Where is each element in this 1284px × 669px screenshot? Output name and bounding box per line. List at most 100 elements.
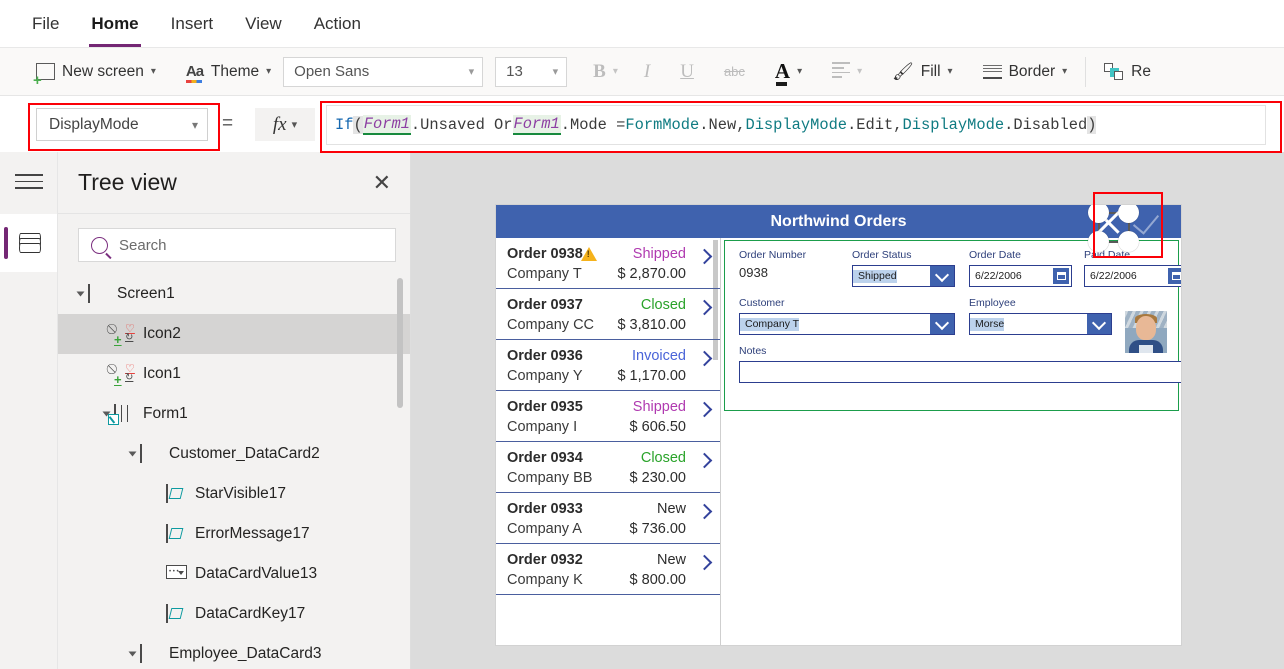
border-icon [982,64,1002,79]
close-icon[interactable]: ✕ [373,171,391,194]
hamburger-menu-icon[interactable] [15,174,43,194]
calendar-icon [1053,268,1069,284]
expand-chevron-icon[interactable] [124,450,140,458]
chevron-right-icon[interactable] [696,401,713,418]
gallery-row[interactable]: Order 0935 Company I Shipped $ 606.50 [496,391,720,442]
status-badge: New [656,552,686,568]
order-amount: $ 3,810.00 [617,316,686,333]
font-size-select[interactable]: 13 ▾ [495,56,568,87]
order-number-value: 0938 [739,265,768,280]
order-number: Order 0936 [507,348,583,364]
fill-button[interactable]: 🖌 Fill ▾ [884,58,960,86]
tree-node-icon1[interactable]: ⃠♡+↻ Icon1 [58,354,410,394]
order-detail-form: Order Number 0938 Order Status Shipped O… [721,238,1181,645]
theme-button[interactable]: Aa Theme ▾ [178,59,279,85]
rail-item-tree-view[interactable] [0,214,57,272]
chevron-down-icon: ▾ [612,65,618,77]
status-badge: Shipped [632,246,686,262]
gallery-row[interactable]: Order 0936 Company Y Invoiced $ 1,170.00 [496,340,720,391]
control-icon: ⃠♡+↻ [114,322,135,347]
search-input[interactable]: Search [78,228,396,262]
formula-token: If [335,116,354,134]
tree-node-starvisible17[interactable]: StarVisible17 [58,474,410,514]
tree-node-form1[interactable]: Form1 [58,394,410,434]
reorder-label: Re [1131,62,1151,80]
datacard-icon [140,643,160,664]
chevron-down-icon [930,314,954,334]
layers-icon [17,233,41,253]
gallery-row[interactable]: Order 0934 Company BB Closed $ 230.00 [496,442,720,493]
border-button[interactable]: Border ▾ [975,59,1076,85]
menu-item-insert[interactable]: Insert [169,10,216,38]
font-family-value: Open Sans [294,63,370,80]
strikethrough-button[interactable]: abc [716,60,753,83]
font-color-button[interactable]: A ▾ [767,57,810,87]
customer-dropdown[interactable]: Company T [739,313,955,335]
order-amount: $ 606.50 [629,418,686,435]
gallery-row[interactable]: Order 0938Company T Shipped $ 2,870.00 [496,238,720,289]
tree-node-screen1[interactable]: Screen1 [58,274,410,314]
menu-item-home[interactable]: Home [89,10,141,47]
order-status-value: Shipped [853,269,897,283]
resize-handle-sw[interactable] [1088,231,1109,252]
underline-icon: U [680,60,694,82]
app-title: Northwind Orders [770,212,907,230]
warning-icon [580,247,597,261]
expand-chevron-icon[interactable] [124,650,140,658]
gallery-row[interactable]: Order 0937 Company CC Closed $ 3,810.00 [496,289,720,340]
order-amount: $ 230.00 [629,469,686,486]
chevron-down-icon: ▾ [468,66,475,78]
tree-node-employee_datacard3[interactable]: Employee_DataCard3 [58,634,410,669]
order-status-dropdown[interactable]: Shipped [852,265,955,287]
gallery-row[interactable]: Order 0932 Company K New $ 800.00 [496,544,720,595]
tree-node-customer_datacard2[interactable]: Customer_DataCard2 [58,434,410,474]
tree-node-datacardkey17[interactable]: DataCardKey17 [58,594,410,634]
left-rail [0,152,58,669]
chevron-right-icon[interactable] [696,554,713,571]
resize-handle-se[interactable] [1118,231,1139,252]
tree-node-errormessage17[interactable]: ErrorMessage17 [58,514,410,554]
menu-item-action[interactable]: Action [312,10,363,38]
formula-input[interactable]: If( Form1 .Unsaved Or Form1 .Mode = FormMo… [326,105,1266,145]
orders-gallery[interactable]: Order 0938Company TShipped$ 2,870.00Orde… [496,238,721,645]
property-select[interactable]: DisplayMode ▾ [36,108,208,141]
formula-token: .New, [699,116,746,134]
fill-label: Fill [920,62,941,80]
menu-item-view[interactable]: View [243,10,284,38]
order-date-picker[interactable]: 6/22/2006 [969,265,1072,287]
tree-view-header: Tree view ✕ [58,152,410,214]
status-badge: New [656,501,686,517]
chevron-down-icon: ▾ [797,65,803,77]
italic-button[interactable]: I [636,57,658,87]
chevron-right-icon[interactable] [696,350,713,367]
formula-token: .Disabled [1004,116,1088,134]
chevron-right-icon[interactable] [696,299,713,316]
chevron-right-icon[interactable] [696,248,713,265]
font-family-select[interactable]: Open Sans ▾ [283,56,484,87]
reorder-button[interactable]: Re [1096,59,1159,85]
menu-item-file[interactable]: File [30,10,61,38]
order-number: Order 0932 [507,552,583,568]
bold-button[interactable]: B ▾ [585,57,626,87]
tree-node-datacardvalue13[interactable]: DataCardValue13 [58,554,410,594]
new-screen-button[interactable]: New screen ▾ [28,59,164,89]
underline-button[interactable]: U [672,57,702,87]
text-align-button[interactable]: ▾ [824,58,870,85]
label-icon [166,603,186,624]
theme-label: Theme [210,62,260,80]
fx-button[interactable]: fx ▾ [255,108,315,141]
expand-chevron-icon[interactable] [72,290,88,298]
formula-token: .Mode = [560,116,626,134]
tree-scrollbar[interactable] [397,278,403,408]
chevron-right-icon[interactable] [696,503,713,520]
tree-node-icon2[interactable]: ⃠♡+↻ Icon2 [58,314,410,354]
notes-input[interactable] [739,361,1181,383]
status-badge: Shipped [632,399,686,415]
gallery-row[interactable]: Order 0933 Company A New $ 736.00 [496,493,720,544]
paid-date-picker[interactable]: 6/22/2006 [1084,265,1181,287]
field-order-status: Order Status Shipped [852,249,955,287]
form-icon [108,403,134,425]
employee-dropdown[interactable]: Morse [969,313,1112,335]
home-ribbon-toolbar: New screen ▾ Aa Theme ▾ Open Sans ▾ 13 ▾… [0,48,1284,96]
chevron-right-icon[interactable] [696,452,713,469]
